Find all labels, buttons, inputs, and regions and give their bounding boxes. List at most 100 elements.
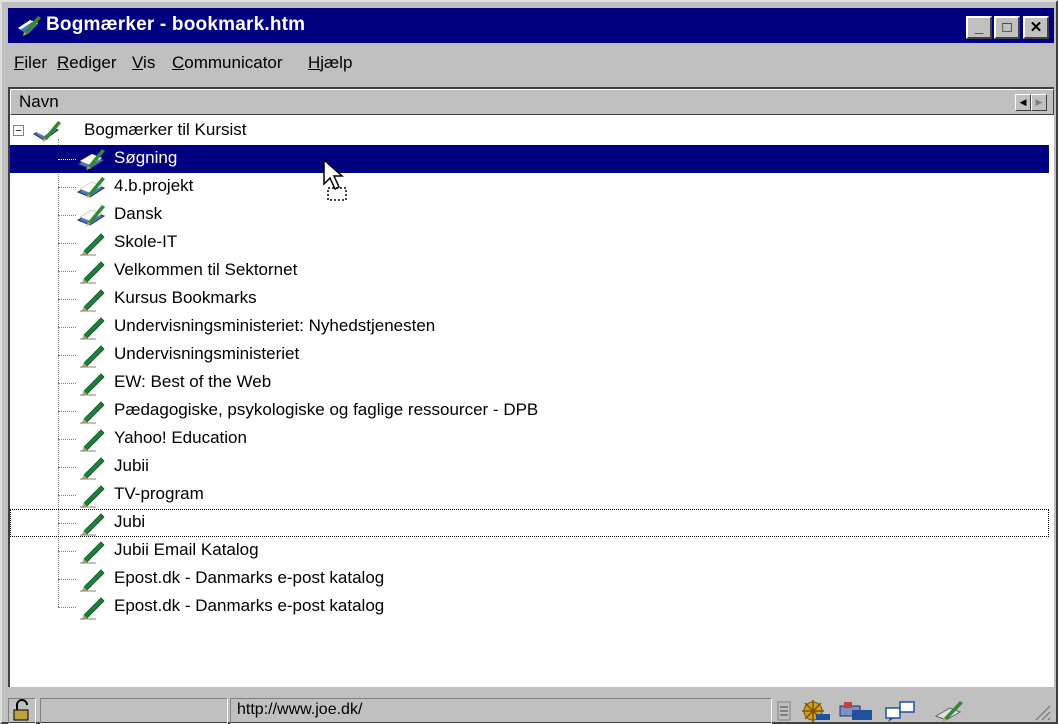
bookmark-icon [80,541,105,564]
tree-item-label: EW: Best of the Web [114,372,272,391]
bookmark-icon [80,485,105,508]
tree-branch-line [58,215,76,216]
tree-branch-line [58,355,76,356]
tree-item-label: Jubii Email Katalog [114,540,259,559]
window-title: Bogmærker - bookmark.htm [46,14,306,35]
tree-item-label: Jubii [114,456,149,475]
tree-branch-line [58,579,76,580]
bookmark-icon [80,345,105,368]
tree-branch-line [58,495,76,496]
bookmark-icon [80,289,105,312]
tree-branch-line [58,327,76,328]
menu-rediger[interactable]: Rediger [57,53,117,73]
tree-branch-line [58,383,76,384]
tree-item-label: Velkommen til Sektornet [114,260,298,279]
tree-branch-line [58,439,76,440]
tree-branch-line [58,607,76,608]
tree-item-label: Skole-IT [114,232,178,251]
tree-item-label: Undervisningsministeriet [114,344,300,363]
bookmark-icon [80,261,105,284]
bookmark-folder-icon [76,177,106,198]
tree-item-label: Pædagogiske, psykologiske og faglige res… [114,400,539,419]
bookmark-icon [80,317,105,340]
tree-branch-line [58,271,76,272]
bookmark-row[interactable]: Pædagogiske, psykologiske og faglige res… [10,397,1049,425]
tree-branch-line [58,411,76,412]
bookmark-row[interactable]: TV-program [10,481,1049,509]
bookmark-row[interactable]: Jubi [10,509,1049,537]
folder-row[interactable]: Dansk [10,201,1049,229]
bookmark-row[interactable]: Undervisningsministeriet [10,341,1049,369]
bookmark-row[interactable]: Epost.dk - Danmarks e-post katalog [10,565,1049,593]
bookmark-row[interactable]: Kursus Bookmarks [10,285,1049,313]
menu-filer[interactable]: Filer [14,53,47,73]
tree-branch-line [58,467,76,468]
tree-branch-line [58,243,76,244]
scroll-left-button[interactable]: ◀ [1015,94,1031,111]
bookmark-row[interactable]: Jubii [10,453,1049,481]
tree-item-label: Undervisningsministeriet: Nyhedstjeneste… [114,316,436,335]
tree-item-label: Epost.dk - Danmarks e-post katalog [114,568,385,587]
resize-grip-icon[interactable] [1032,702,1052,722]
navigator-icon[interactable] [798,698,832,724]
bookmark-icon [80,513,105,536]
bookmark-row[interactable]: Velkommen til Sektornet [10,257,1049,285]
bookmark-folder-icon [76,205,106,226]
bookmark-row[interactable]: EW: Best of the Web [10,369,1049,397]
lock-icon [13,699,29,721]
tree-item-label: Jubi [114,512,146,531]
discussions-icon[interactable] [884,698,920,724]
folder-row[interactable]: Søgning [10,145,1049,173]
title-bar[interactable]: Bogmærker - bookmark.htm _ □ ✕ [8,8,1054,43]
bookmark-icon [80,373,105,396]
status-url: http://www.joe.dk/ [237,701,363,718]
maximize-button[interactable]: □ [994,16,1020,39]
mail-icon[interactable] [838,698,874,724]
bookmark-folder-icon [18,16,41,36]
tree-branch-line [58,523,76,524]
tree-root[interactable]: − Bogmærker til Kursist [10,117,1049,145]
tree-branch-line [58,551,76,552]
tree-item-label: Yahoo! Education [114,428,247,447]
drag-cursor-icon [323,158,347,201]
close-button[interactable]: ✕ [1023,16,1049,39]
bookmark-row[interactable]: Yahoo! Education [10,425,1049,453]
collapse-icon[interactable]: − [13,125,24,137]
bookmark-icon [80,457,105,480]
component-bar-icon[interactable] [776,700,792,722]
column-header-label: Navn [19,92,59,111]
minimize-button[interactable]: _ [966,16,992,39]
bookmark-folder-icon [76,149,106,170]
status-bar: http://www.joe.dk/ [8,694,1054,724]
bookmark-list[interactable]: Navn ◀ ▶ − Bogmærker til Kursist Søgning… [8,87,1054,687]
column-header-navn[interactable]: Navn ◀ ▶ [10,89,1054,115]
bookmark-row[interactable]: Skole-IT [10,229,1049,257]
progress-cell [40,698,228,724]
tree-item-label: 4.b.projekt [114,176,194,195]
menu-vis[interactable]: Vis [132,53,155,73]
tree-item-label: Dansk [114,204,163,223]
bookmark-row[interactable]: Epost.dk - Danmarks e-post katalog [10,593,1049,621]
security-cell[interactable] [8,698,36,724]
bookmark-row[interactable]: Undervisningsministeriet: Nyhedstjeneste… [10,313,1049,341]
menu-hjaelp[interactable]: Hjælp [308,53,352,73]
scroll-right-button[interactable]: ▶ [1031,94,1047,111]
tree-item-label: Epost.dk - Danmarks e-post katalog [114,596,385,615]
tree-root-label: Bogmærker til Kursist [84,120,247,139]
bookmark-icon [80,429,105,452]
tree-branch-line [58,159,76,160]
bookmark-icon [80,569,105,592]
tree-item-label: Kursus Bookmarks [114,288,257,307]
bookmark-icon [80,401,105,424]
tree-branch-line [58,299,76,300]
bookmark-row[interactable]: Jubii Email Katalog [10,537,1049,565]
tree-item-label: TV-program [114,484,204,503]
composer-icon[interactable] [932,698,968,724]
bookmark-tree: − Bogmærker til Kursist Søgning 4.b.proje… [10,117,1054,687]
tree-item-label: Søgning [114,148,178,168]
bookmarks-window: Bogmærker - bookmark.htm _ □ ✕ Filer Red… [0,0,1058,724]
menu-bar: Filer Rediger Vis Communicator Hjælp [8,47,1054,81]
folder-row[interactable]: 4.b.projekt [10,173,1049,201]
menu-communicator[interactable]: Communicator [172,53,283,73]
tree-branch-line [58,187,76,188]
